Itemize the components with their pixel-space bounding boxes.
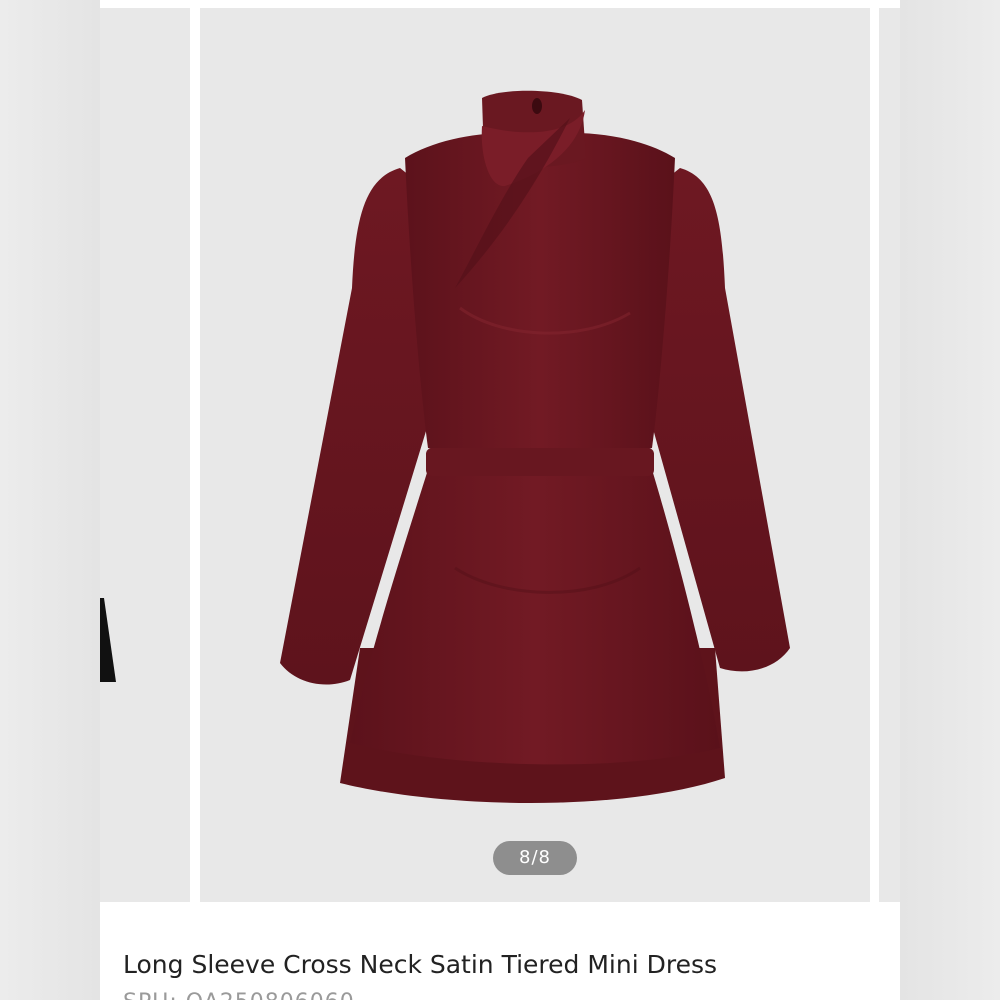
left-backdrop bbox=[0, 0, 100, 1000]
current-slide[interactable]: 8/8 bbox=[200, 8, 870, 902]
previous-slide[interactable] bbox=[100, 8, 190, 902]
image-carousel[interactable]: 8/8 bbox=[100, 8, 900, 902]
product-sku: SPU: OA250806060 bbox=[123, 990, 523, 1000]
product-title: Long Sleeve Cross Neck Satin Tiered Mini… bbox=[123, 950, 718, 979]
image-counter-badge: 8/8 bbox=[493, 841, 577, 875]
dress-image bbox=[280, 90, 790, 803]
previous-garment-image bbox=[100, 598, 116, 682]
product-page: 8/8 Long Sleeve Cross Neck Satin Tiered … bbox=[100, 0, 900, 1000]
next-slide[interactable] bbox=[879, 8, 900, 902]
right-backdrop bbox=[900, 0, 1000, 1000]
